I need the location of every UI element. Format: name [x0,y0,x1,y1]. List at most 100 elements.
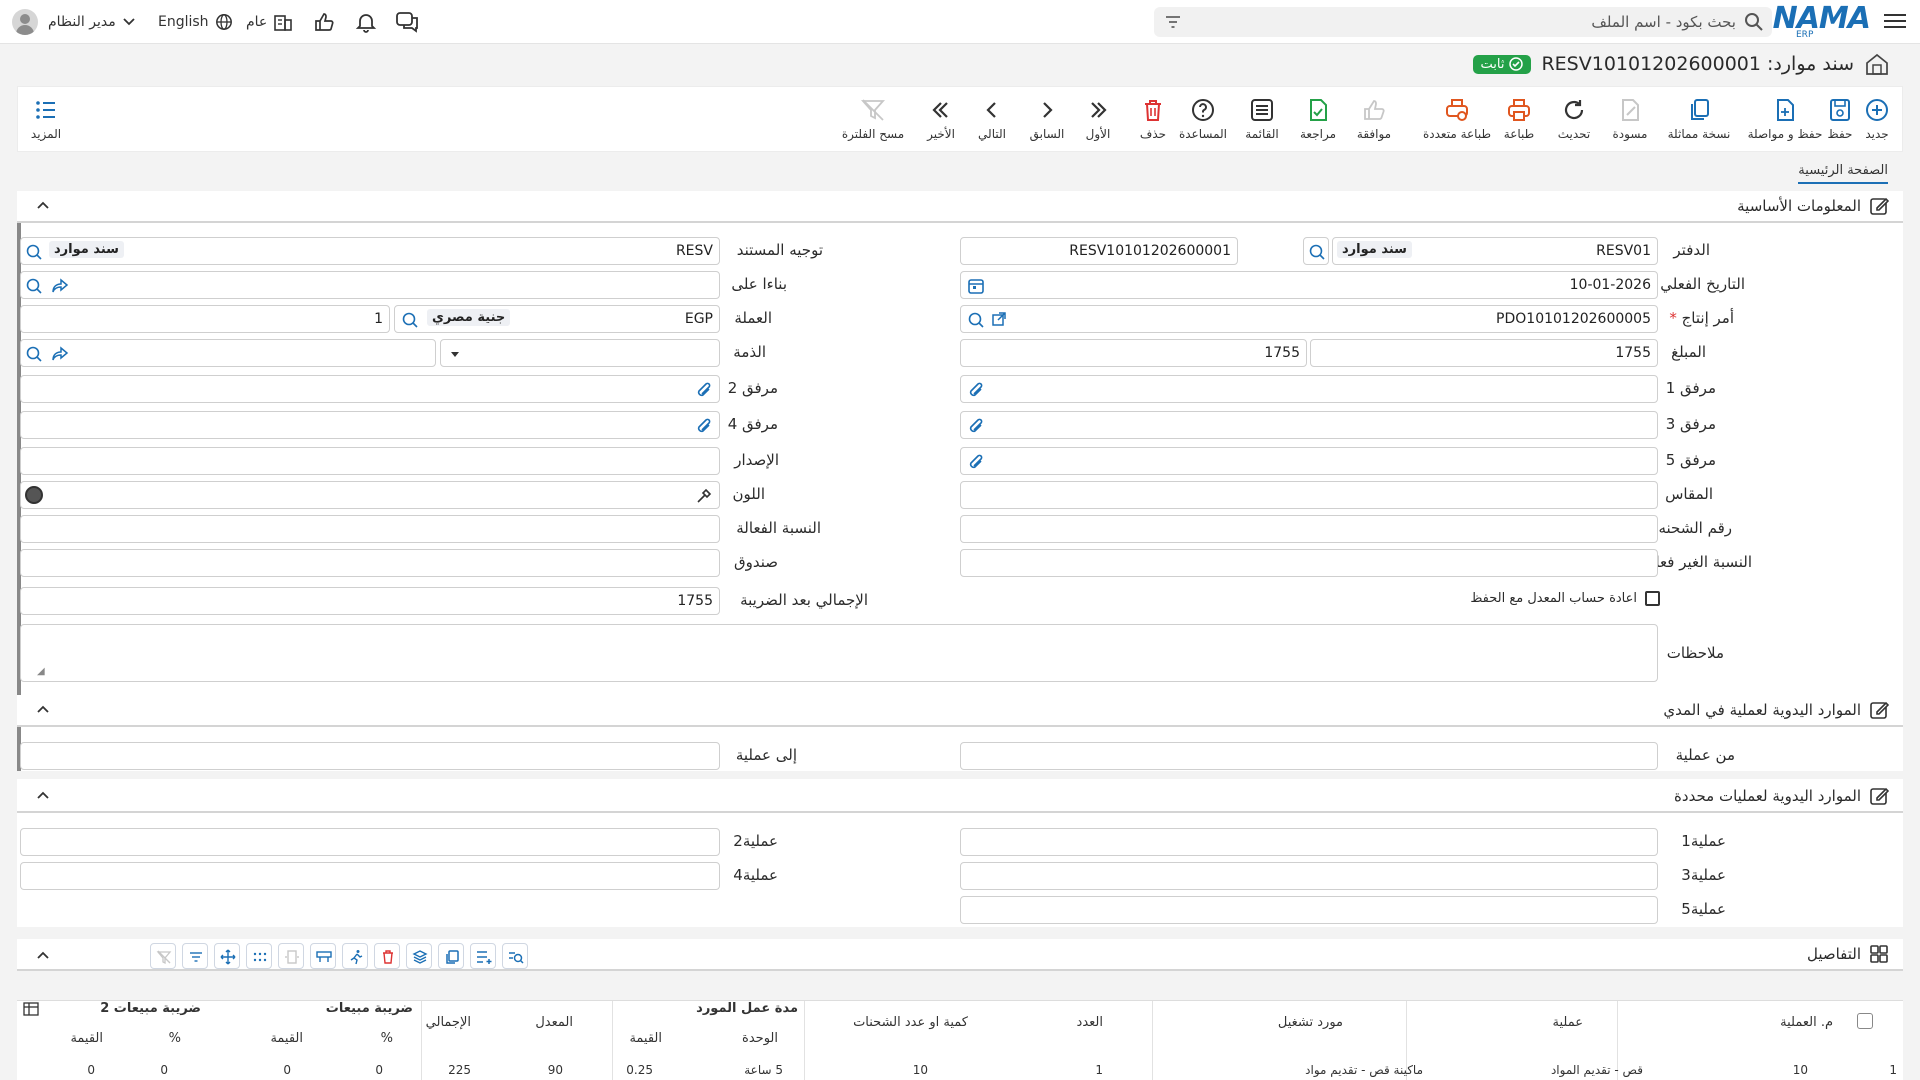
col-quantity[interactable]: كمية او عدد الشحنات [853,1015,968,1030]
clear-filter-button[interactable]: مسح الفلترة [831,97,915,141]
cell-rate[interactable]: 90 [548,1063,563,1077]
scope-selector[interactable]: عام [246,0,293,44]
col-resource[interactable]: مورد تشغيل [1278,1015,1343,1030]
attachment5-field[interactable] [960,447,1658,475]
col-operation[interactable]: عملية [1553,1015,1583,1030]
book-lookup[interactable] [1303,237,1329,265]
ineffective-ratio-field[interactable] [960,549,1658,577]
cell-tax-pct[interactable]: 0 [375,1063,383,1077]
search-icon[interactable] [1744,12,1764,36]
next-button[interactable]: التالي [962,97,1022,141]
notes-textarea[interactable]: ◢ [20,624,1658,682]
grid-add-row-button[interactable] [470,943,496,969]
box-field[interactable] [20,549,720,577]
col-tax-pct[interactable]: % [381,1031,393,1046]
section-range-header[interactable]: الموارد اليدوية لعملية في المدي [17,695,1903,727]
document-number-field[interactable]: RESV10101202600001 [960,237,1238,265]
resize-handle-icon[interactable]: ◢ [37,666,45,677]
attachment1-field[interactable] [960,375,1658,403]
attachment2-field[interactable] [20,375,720,403]
copy-button[interactable]: نسخة مماثلة [1659,97,1739,141]
col-tax-value[interactable]: القيمة [270,1031,303,1046]
grid-apps-button[interactable] [246,943,272,969]
col-unit[interactable]: الوحدة [742,1031,778,1046]
amount-secondary-field[interactable]: 1755 [960,339,1307,367]
previous-button[interactable]: السابق [1017,97,1077,141]
to-operation-field[interactable] [20,742,720,770]
global-search[interactable] [1154,7,1772,37]
section-basic-header[interactable]: المعلومات الأساسية [17,191,1903,223]
more-button[interactable]: المزيد [18,97,74,141]
grid-layers-button[interactable] [406,943,432,969]
debt-field[interactable] [20,339,436,367]
grid-move-button[interactable] [214,943,240,969]
grid-clear-filter-button[interactable] [150,943,176,969]
operation3-field[interactable] [960,862,1658,890]
debt-select[interactable] [440,339,720,367]
save-continue-button[interactable]: حفظ و مواصلة [1738,97,1832,141]
chevron-up-icon[interactable] [35,947,51,963]
shipment-field[interactable] [960,515,1658,543]
cell-count[interactable]: 1 [1095,1063,1103,1077]
from-operation-field[interactable] [960,742,1658,770]
currency-field[interactable]: EGP جنية مصري [394,305,720,333]
cell-tax2-value[interactable]: 0 [87,1063,95,1077]
cell-resource[interactable]: ماكينة قص - تقديم مواد [1305,1063,1423,1077]
effective-ratio-field[interactable] [20,515,720,543]
col-tax2-value[interactable]: القيمة [70,1031,103,1046]
grid-delete-button[interactable] [374,943,400,969]
grid-merge-button[interactable] [310,943,336,969]
last-button[interactable]: الأخير [911,97,971,141]
based-on-field[interactable] [20,271,720,299]
first-button[interactable]: الأول [1068,97,1128,141]
attachment4-field[interactable] [20,411,720,439]
search-input[interactable] [1216,7,1736,37]
col-tax2-pct[interactable]: % [169,1031,181,1046]
section-specific-header[interactable]: الموارد اليدوية لعمليات محددة [17,781,1903,813]
recalc-checkbox-row[interactable]: اعادة حساب المعدل مع الحفظ [1470,591,1660,606]
tab-home[interactable]: الصفحة الرئيسية [1798,163,1888,184]
grid-copy-button[interactable] [438,943,464,969]
grid-filter-button[interactable] [182,943,208,969]
language-selector[interactable]: English [158,0,233,44]
thumbs-up-icon[interactable] [313,0,335,44]
grid-fit-button[interactable] [278,943,304,969]
menu-icon[interactable] [1884,10,1906,32]
select-all-checkbox[interactable] [1857,1013,1873,1029]
operation4-field[interactable] [20,862,720,890]
bell-icon[interactable] [355,0,377,44]
cell-operation[interactable]: قص - تقديم المواد [1551,1063,1643,1077]
multi-print-button[interactable]: طباعة متعددة [1412,97,1502,141]
cell-tax-value[interactable]: 0 [283,1063,291,1077]
operation2-field[interactable] [20,828,720,856]
delete-button[interactable]: حذف [1123,97,1183,141]
cell-total[interactable]: 225 [448,1063,471,1077]
grid-run-button[interactable] [342,943,368,969]
user-menu[interactable]: مدير النظام [12,0,136,44]
currency-rate-field[interactable]: 1 [20,305,390,333]
cell-quantity[interactable]: 10 [913,1063,928,1077]
filter-icon[interactable] [1164,13,1182,35]
book-field[interactable]: RESV01 سند موارد [1332,237,1658,265]
grid-search-button[interactable] [502,943,528,969]
production-order-field[interactable]: PDO10101202600005 [960,305,1658,333]
attachment3-field[interactable] [960,411,1658,439]
recalc-checkbox[interactable] [1645,591,1660,606]
table-settings-icon[interactable] [23,1001,39,1017]
col-rate[interactable]: المعدل [535,1015,573,1030]
app-logo[interactable]: NAMA ERP [1773,4,1871,41]
cell-value[interactable]: 0.25 [626,1063,653,1077]
operation5-field[interactable] [960,896,1658,924]
operation1-field[interactable] [960,828,1658,856]
total-after-tax-field[interactable]: 1755 [20,587,720,615]
color-field[interactable] [20,481,720,509]
col-total[interactable]: الإجمالي [426,1015,471,1030]
cell-unit[interactable]: 5 ساعة [744,1063,783,1077]
chat-icon[interactable] [395,0,419,44]
cell-op-no[interactable]: 10 [1793,1063,1808,1077]
color-swatch[interactable] [25,486,43,504]
col-value[interactable]: القيمة [629,1031,662,1046]
amount-field[interactable]: 1755 [1310,339,1658,367]
version-field[interactable] [20,447,720,475]
col-count[interactable]: العدد [1077,1015,1103,1030]
